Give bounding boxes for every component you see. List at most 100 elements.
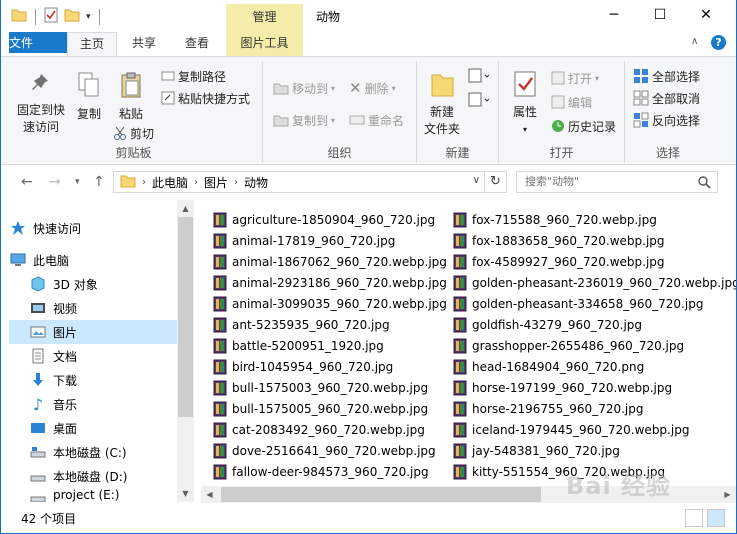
nav-quick-access[interactable]: 快速访问 — [9, 216, 177, 240]
file-item[interactable]: iceland-1979445_960_720.webp.jpg — [453, 419, 689, 440]
file-item[interactable]: horse-2196755_960_720.jpg — [453, 398, 643, 419]
file-item[interactable]: animal-1867062_960_720.webp.jpg — [213, 251, 447, 272]
new-item-icon[interactable] — [467, 67, 490, 88]
paste-shortcut-button[interactable]: 粘贴快捷方式 — [161, 89, 250, 107]
file-item[interactable]: golden-pheasant-236019_960_720.webp.jpg — [453, 272, 736, 293]
file-item[interactable]: golden-pheasant-334658_960_720.jpg — [453, 293, 703, 314]
nav-pane-scrollbar[interactable]: ▲ ▼ — [177, 200, 194, 502]
nav-music[interactable]: ♪ 音乐 — [9, 392, 177, 416]
file-item[interactable]: grasshopper-2655486_960_720.jpg — [453, 335, 684, 356]
tab-home[interactable]: 主页 — [67, 32, 117, 57]
file-item[interactable]: ant-5235935_960_720.jpg — [213, 314, 390, 335]
file-list: agriculture-1850904_960_720.jpg animal-17… — [201, 200, 736, 486]
properties-button[interactable]: 属性 ▾ — [505, 69, 545, 138]
large-icons-view-icon[interactable] — [707, 509, 725, 527]
back-arrow-icon[interactable]: ← — [21, 174, 33, 190]
edit-button[interactable]: 编辑 — [551, 93, 592, 111]
nav-drive-c[interactable]: 本地磁盘 (C:) — [9, 440, 177, 464]
file-item[interactable]: bull-1575005_960_720.webp.jpg — [213, 398, 428, 419]
new-folder-button[interactable]: 新建 文件夹 — [421, 69, 463, 138]
quick-access-toolbar: ▾ — [11, 7, 102, 26]
copy-to-label: 复制到 — [292, 113, 329, 128]
file-item[interactable]: animal-3099035_960_720.webp.jpg — [213, 293, 447, 314]
search-box[interactable] — [516, 171, 718, 193]
file-item[interactable]: dove-2516641_960_720.webp.jpg — [213, 440, 436, 461]
scroll-up-icon[interactable]: ▲ — [177, 200, 194, 217]
new-folder-icon[interactable] — [64, 8, 80, 25]
file-item[interactable]: head-1684904_960_720.png — [453, 356, 644, 377]
file-item[interactable]: animal-17819_960_720.jpg — [213, 230, 395, 251]
refresh-button[interactable]: ↻ — [485, 171, 507, 193]
file-item[interactable]: fox-1883658_960_720.webp.jpg — [453, 230, 665, 251]
move-to-button[interactable]: 移动到 ▾ — [273, 79, 335, 97]
search-icon[interactable] — [697, 175, 711, 192]
nav-3d-objects[interactable]: 3D 对象 — [9, 272, 177, 296]
copy-path-button[interactable]: 复制路径 — [161, 67, 226, 85]
properties-icon[interactable] — [44, 7, 58, 26]
nav-drive-d[interactable]: 本地磁盘 (D:) — [9, 464, 177, 488]
scroll-left-icon[interactable]: ◀ — [201, 486, 218, 503]
help-icon[interactable]: ? — [711, 35, 726, 50]
file-item[interactable]: battle-5200951_1920.jpg — [213, 335, 384, 356]
breadcrumb-pictures[interactable]: 图片 — [204, 174, 228, 191]
nav-drive-e[interactable]: project (E:) — [9, 488, 177, 502]
nav-label: 桌面 — [53, 421, 78, 436]
up-arrow-icon[interactable]: ↑ — [93, 174, 105, 190]
nav-documents[interactable]: 文档 — [9, 344, 177, 368]
nav-videos[interactable]: 视频 — [9, 296, 177, 320]
file-item[interactable]: goldfish-43279_960_720.jpg — [453, 314, 642, 335]
chevron-right-icon[interactable]: › — [194, 177, 198, 188]
breadcrumb-this-pc[interactable]: 此电脑 — [152, 174, 188, 191]
maximize-button[interactable]: ☐ — [637, 0, 683, 30]
nav-this-pc[interactable]: 此电脑 — [9, 248, 177, 272]
tab-share[interactable]: 共享 — [121, 32, 167, 56]
forward-arrow-icon[interactable]: → — [49, 174, 61, 190]
file-item[interactable]: cat-2083492_960_720.webp.jpg — [213, 419, 425, 440]
select-none-button[interactable]: 全部取消 — [633, 89, 700, 107]
scroll-right-icon[interactable]: ▶ — [719, 486, 736, 503]
customize-qat-icon[interactable]: ▾ — [86, 12, 91, 22]
breadcrumb-animals[interactable]: 动物 — [244, 174, 268, 191]
scroll-down-icon[interactable]: ▼ — [177, 485, 194, 502]
details-view-icon[interactable] — [685, 509, 703, 527]
cut-button[interactable]: 剪切 — [113, 124, 154, 142]
minimize-button[interactable]: ─ — [591, 0, 637, 30]
file-item[interactable]: fox-4589927_960_720.webp.jpg — [453, 251, 665, 272]
close-button[interactable]: ✕ — [683, 0, 729, 30]
chevron-right-icon[interactable]: › — [142, 177, 146, 188]
open-button[interactable]: 打开 ▾ — [551, 69, 599, 87]
file-list-scroll-thumb[interactable] — [221, 487, 541, 502]
file-item[interactable]: fox-715588_960_720.webp.jpg — [453, 209, 657, 230]
tab-picture-tools[interactable]: 图片工具 — [226, 32, 303, 56]
history-button[interactable]: 历史记录 — [551, 117, 616, 135]
file-item[interactable]: animal-2923186_960_720.webp.jpg — [213, 272, 447, 293]
collapse-ribbon-icon[interactable]: ∧ — [691, 36, 698, 47]
invert-selection-button[interactable]: 反向选择 — [633, 111, 700, 129]
copy-button[interactable]: 复制 — [71, 71, 107, 123]
nav-desktop[interactable]: 桌面 — [9, 416, 177, 440]
chevron-down-icon[interactable]: ∨ — [473, 175, 480, 186]
file-item[interactable]: agriculture-1850904_960_720.jpg — [213, 209, 435, 230]
paste-button[interactable]: 粘贴 — [113, 71, 149, 123]
select-all-button[interactable]: 全部选择 — [633, 67, 700, 85]
easy-access-icon[interactable] — [467, 91, 490, 112]
copy-to-button[interactable]: 复制到 ▾ — [273, 111, 335, 129]
image-file-icon — [453, 275, 467, 291]
recent-locations-icon[interactable]: ▾ — [75, 177, 80, 187]
address-bar[interactable]: › 此电脑 › 图片 › 动物 ∨ — [113, 171, 485, 193]
pin-quick-access-button[interactable]: 固定到快 速访问 — [11, 71, 71, 136]
chevron-right-icon[interactable]: › — [234, 177, 238, 188]
tab-file[interactable]: 文件 — [9, 32, 67, 53]
nav-pane-scroll-thumb[interactable] — [178, 217, 193, 417]
nav-pictures[interactable]: 图片 — [9, 320, 177, 344]
delete-button[interactable]: ✕ 删除 ▾ — [349, 79, 396, 97]
nav-downloads[interactable]: 下载 — [9, 368, 177, 392]
search-input[interactable] — [525, 175, 695, 188]
file-item[interactable]: bull-1575003_960_720.webp.jpg — [213, 377, 428, 398]
file-item[interactable]: horse-197199_960_720.webp.jpg — [453, 377, 672, 398]
tab-view[interactable]: 查看 — [173, 32, 221, 56]
file-item[interactable]: bird-1045954_960_720.jpg — [213, 356, 393, 377]
rename-button[interactable]: 重命名 — [349, 111, 404, 129]
file-item[interactable]: jay-548381_960_720.jpg — [453, 440, 620, 461]
file-item[interactable]: fallow-deer-984573_960_720.jpg — [213, 461, 429, 482]
